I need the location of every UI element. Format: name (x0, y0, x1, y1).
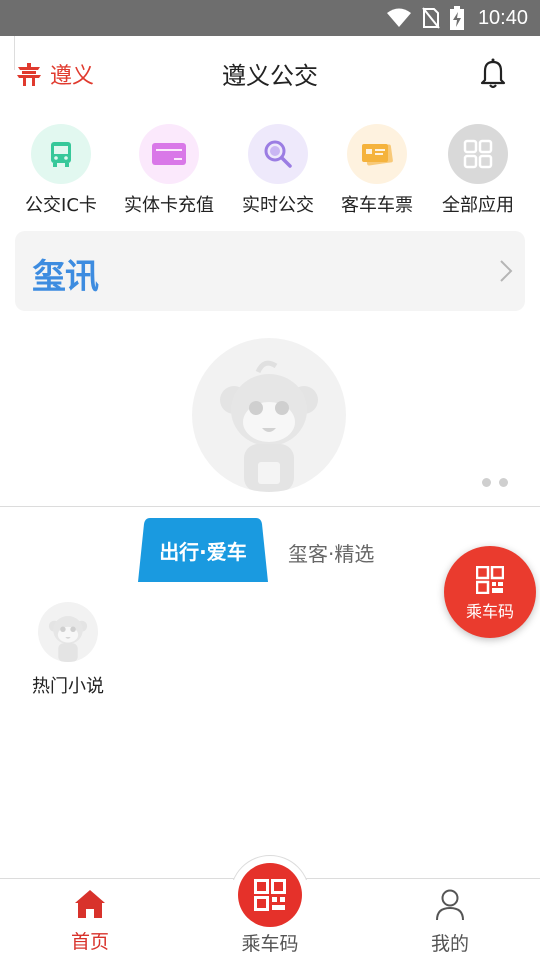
app-label: 实时公交 (242, 195, 314, 216)
card-icon (139, 124, 199, 184)
page-title: 遵义公交 (222, 62, 318, 90)
app-all-apps[interactable]: 全部应用 (423, 124, 533, 217)
app-coach-ticket[interactable]: 客车车票 (322, 124, 432, 217)
battery-charging-icon (449, 6, 464, 30)
status-bar: 10:40 (0, 0, 540, 36)
nav-ride-code[interactable] (238, 863, 302, 927)
person-icon (436, 889, 464, 921)
tab-travel-car[interactable]: 出行·爱车 (138, 518, 268, 582)
ride-code-fab[interactable]: 乘车码 (444, 546, 536, 638)
qr-code-icon (254, 879, 286, 911)
app-bus-ic-card[interactable]: 公交IC卡 (6, 124, 116, 217)
news-brand: 玺讯 (32, 258, 99, 296)
app-realtime-bus[interactable]: 实时公交 (223, 124, 333, 217)
wifi-icon (386, 8, 411, 27)
carousel-dot (499, 478, 508, 487)
header: 遵义 遵义公交 (0, 36, 540, 112)
nav-label: 首页 (70, 931, 109, 953)
grid-icon (448, 124, 508, 184)
banner-carousel[interactable] (0, 320, 540, 506)
nav-home[interactable]: 首页 (30, 889, 150, 954)
nav-mine[interactable]: 我的 (390, 889, 510, 956)
bell-icon (480, 58, 506, 89)
fab-label: 乘车码 (465, 602, 514, 621)
monkey-mascot-placeholder (192, 338, 346, 492)
tab-selection[interactable]: 玺客·精选 (288, 538, 374, 567)
nav-label: 我的 (430, 933, 469, 955)
search-icon (248, 124, 308, 184)
no-sim-icon (422, 7, 440, 29)
quick-apps: 公交IC卡 实体卡充值 实时公交 客车车票 全部应用 (0, 124, 540, 224)
ticket-icon (347, 124, 407, 184)
list-item-hot-novels[interactable]: 热门小说 (28, 602, 108, 698)
app-label: 全部应用 (442, 195, 514, 216)
nav-label[interactable]: 乘车码 (210, 929, 330, 956)
app-label: 实体卡充值 (124, 195, 214, 216)
app-card-recharge[interactable]: 实体卡充值 (114, 124, 224, 217)
status-time: 10:40 (477, 6, 528, 29)
carousel-indicator (482, 478, 508, 487)
app-label: 公交IC卡 (25, 195, 97, 216)
home-icon (75, 890, 105, 918)
notifications-button[interactable] (476, 56, 510, 94)
chevron-right-icon (500, 260, 513, 282)
bus-icon (31, 124, 91, 184)
list-item-label: 热门小说 (32, 676, 104, 697)
bottom-nav: 首页 乘车码 我的 (0, 855, 540, 960)
monkey-avatar-placeholder (38, 602, 98, 662)
news-strip[interactable]: 玺讯 (15, 231, 525, 311)
carousel-dot (482, 478, 491, 487)
app-label: 客车车票 (341, 195, 413, 216)
qr-code-icon (476, 566, 504, 594)
tab-label: 出行·爱车 (159, 540, 247, 564)
divider (0, 506, 540, 507)
